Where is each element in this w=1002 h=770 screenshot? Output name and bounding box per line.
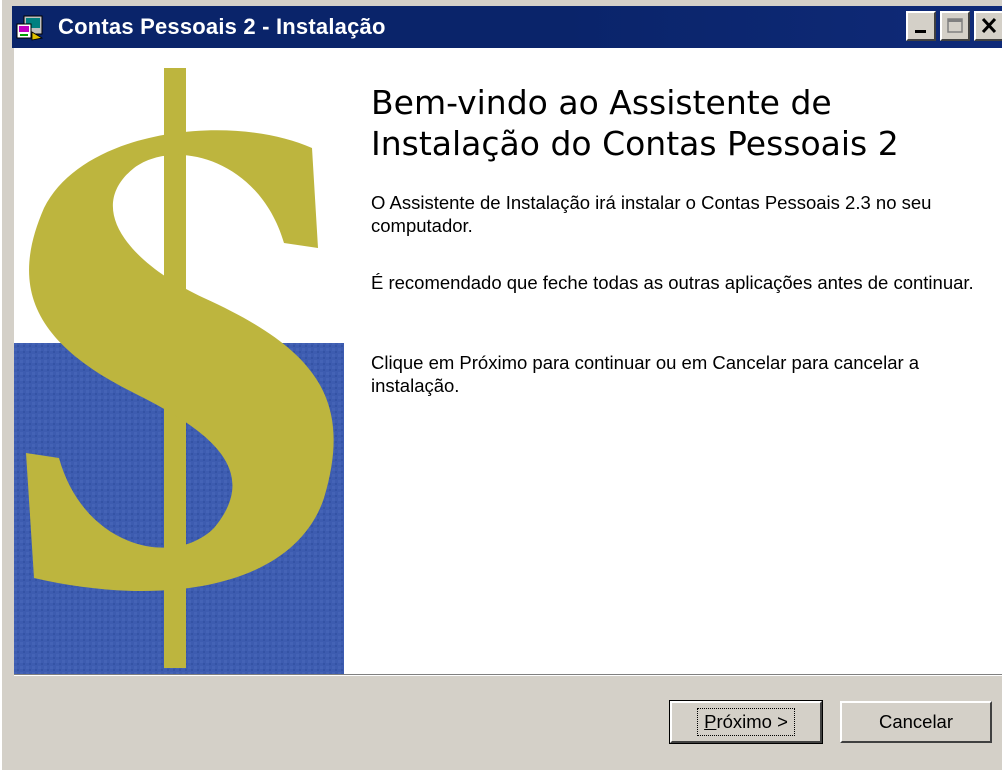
title-buttons (902, 11, 1002, 41)
close-button[interactable] (974, 11, 1002, 41)
installer-app-icon (16, 15, 44, 41)
maximize-button[interactable] (940, 11, 970, 41)
title-bar[interactable]: Contas Pessoais 2 - Instalação (12, 6, 1002, 48)
close-apps-paragraph: É recomendado que feche todas as outras … (371, 272, 974, 293)
wizard-content: Bem-vindo ao Assistente de Instalação do… (14, 48, 1002, 674)
welcome-heading: Bem-vindo ao Assistente de Instalação do… (371, 83, 899, 163)
next-label-rest: róximo > (716, 711, 788, 732)
next-button[interactable]: Próximo > (669, 700, 823, 744)
minimize-icon (915, 30, 926, 33)
instructions-paragraph: Clique em Próximo para continuar ou em C… (371, 352, 920, 396)
button-separator (14, 674, 1002, 676)
window-title: Contas Pessoais 2 - Instalação (58, 14, 386, 39)
cancel-button[interactable]: Cancelar (840, 701, 992, 743)
next-button-label: Próximo > (697, 708, 795, 736)
dollar-sign-banner (14, 48, 344, 674)
minimize-button[interactable] (906, 11, 936, 41)
intro-paragraph: O Assistente de Instalação irá instalar … (371, 192, 932, 236)
next-mnemonic: P (704, 711, 717, 732)
installer-window: Contas Pessoais 2 - Instalação Bem-vindo… (0, 0, 1002, 770)
close-icon (981, 17, 997, 34)
maximize-icon (947, 18, 963, 33)
